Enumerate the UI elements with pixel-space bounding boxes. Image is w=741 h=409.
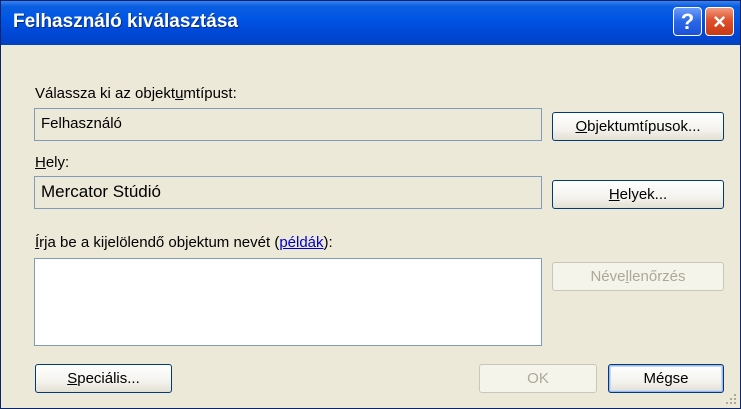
locations-button[interactable]: Helyek... [552,180,724,209]
object-type-value: Felhasználó [41,115,122,132]
object-type-field: Felhasználó [34,108,542,141]
object-type-label: Válassza ki az objektumtípust: [35,85,237,102]
title-bar[interactable]: Felhasználó kiválasztása ? × [1,1,740,45]
window-title: Felhasználó kiválasztása [13,11,238,32]
select-user-dialog: Felhasználó kiválasztása ? × Válassza ki… [0,0,741,409]
location-value: Mercator Stúdió [41,182,161,201]
close-icon: × [713,8,726,34]
ok-button[interactable]: OK [479,364,597,393]
check-names-button[interactable]: Néve l lenőrzés [552,262,724,291]
help-icon: ? [680,8,695,34]
advanced-button[interactable]: Speciális... [35,364,172,393]
cancel-button[interactable]: Mégse [608,364,724,393]
location-label: Hely: [35,154,70,171]
help-button[interactable]: ? [673,7,702,36]
object-types-button[interactable]: Objektumtípusok... [552,112,724,141]
close-button[interactable]: × [705,7,734,36]
examples-link[interactable]: példák [279,234,323,251]
object-names-label: Írja be a kijelölendő objektum nevét (pé… [35,234,333,251]
location-field: Mercator Stúdió [34,176,542,209]
resize-grip-icon[interactable] [725,393,737,405]
object-names-input[interactable] [34,258,542,346]
